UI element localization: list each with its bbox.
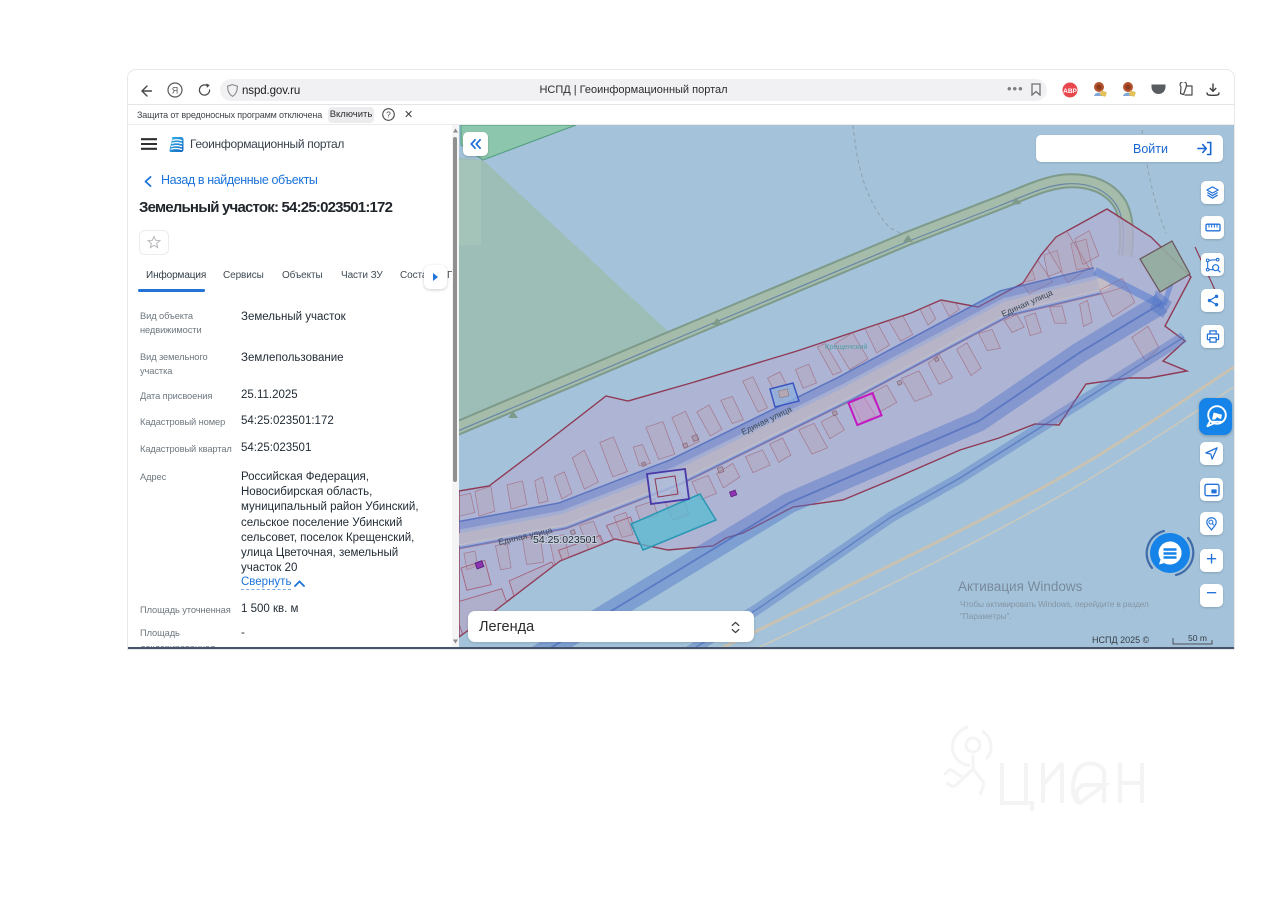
svg-text:50 m: 50 m: [1188, 633, 1207, 643]
svg-text:?: ?: [386, 110, 391, 120]
svg-text:"Параметры".: "Параметры".: [960, 612, 1012, 621]
svg-text:Я: Я: [172, 86, 179, 96]
svg-text:Активация Windows: Активация Windows: [958, 579, 1083, 594]
svg-text:Крещенский: Крещенский: [825, 342, 868, 351]
svg-text:54:25:023501: 54:25:023501: [533, 534, 597, 546]
svg-text:ABP: ABP: [1063, 88, 1077, 95]
svg-text:НСПД 2025 ©: НСПД 2025 ©: [1092, 635, 1150, 645]
svg-text:Чтобы активировать Windows, пе: Чтобы активировать Windows, перейдите в …: [960, 600, 1149, 609]
